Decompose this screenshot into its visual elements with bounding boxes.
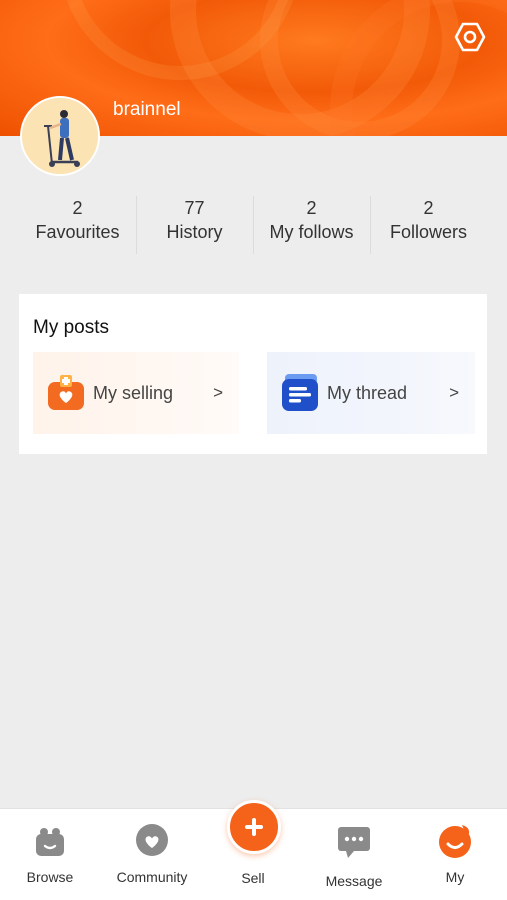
tab-browse[interactable]: Browse bbox=[0, 809, 100, 900]
chevron-right-icon: > bbox=[213, 383, 223, 402]
stat-value: 77 bbox=[184, 198, 205, 218]
avatar-illustration bbox=[22, 98, 98, 174]
stats-row: 2 Favourites 77 History 2 My follows 2 F… bbox=[19, 196, 487, 254]
stat-value: 2 bbox=[423, 198, 434, 218]
tab-community-label: Community bbox=[116, 869, 188, 885]
message-icon bbox=[338, 827, 370, 858]
stat-favourites[interactable]: 2 Favourites bbox=[19, 196, 136, 254]
stat-value: 2 bbox=[306, 198, 317, 218]
settings-button[interactable] bbox=[453, 20, 487, 54]
my-thread-button[interactable]: My thread > bbox=[267, 352, 475, 434]
my-posts-title: My posts bbox=[33, 317, 110, 338]
tab-message[interactable]: Message bbox=[304, 809, 404, 900]
settings-icon bbox=[454, 22, 486, 52]
tab-browse-label: Browse bbox=[26, 869, 74, 885]
stat-followers[interactable]: 2 Followers bbox=[370, 196, 487, 254]
browse-icon bbox=[36, 828, 64, 856]
chevron-right-icon: > bbox=[449, 383, 459, 402]
my-selling-label: My selling bbox=[93, 382, 174, 403]
sell-button[interactable] bbox=[227, 800, 281, 854]
stat-label: History bbox=[166, 222, 223, 242]
username: brainnel bbox=[113, 99, 181, 120]
tab-my[interactable]: My bbox=[405, 809, 505, 900]
stat-label: Followers bbox=[389, 222, 468, 242]
stat-history[interactable]: 77 History bbox=[136, 196, 253, 254]
stat-label: My follows bbox=[269, 222, 354, 242]
tab-message-label: Message bbox=[325, 873, 383, 889]
stat-my-follows[interactable]: 2 My follows bbox=[253, 196, 370, 254]
tab-sell-label: Sell bbox=[241, 870, 265, 886]
my-profile-icon bbox=[439, 825, 471, 858]
thread-document-icon bbox=[282, 374, 318, 411]
avatar[interactable] bbox=[20, 96, 100, 176]
my-thread-label: My thread bbox=[327, 382, 408, 403]
tab-my-label: My bbox=[445, 869, 465, 885]
community-icon bbox=[136, 824, 168, 856]
tab-community[interactable]: Community bbox=[102, 809, 202, 900]
stat-value: 2 bbox=[72, 198, 83, 218]
plus-icon bbox=[245, 818, 263, 836]
my-posts-card: My posts My selling > My thread > bbox=[19, 294, 487, 454]
my-selling-button[interactable]: My selling > bbox=[33, 352, 239, 434]
selling-bag-icon bbox=[48, 375, 84, 410]
stat-label: Favourites bbox=[35, 222, 120, 242]
